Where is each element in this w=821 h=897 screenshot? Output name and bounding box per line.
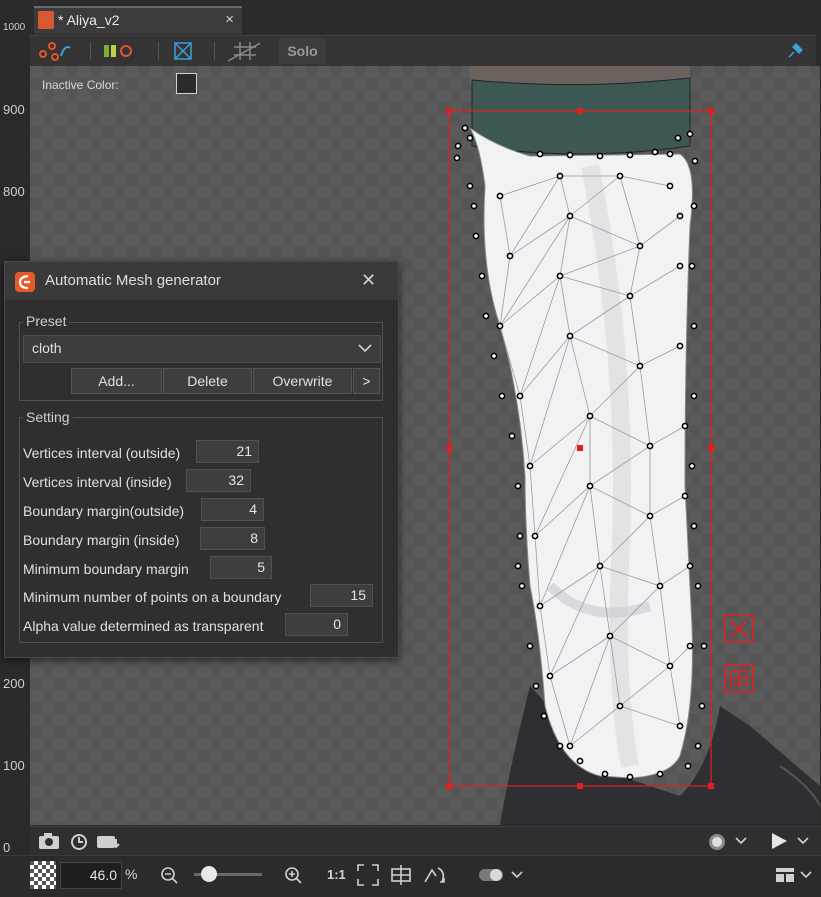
camera-icon[interactable] (38, 832, 60, 850)
vertices-interval-outside-field[interactable]: 21 (196, 440, 259, 463)
chevron-down-icon[interactable] (734, 835, 748, 847)
record-icon[interactable] (707, 832, 727, 852)
zoom-input[interactable]: 46.0 (60, 862, 122, 889)
ruler-label: 100 (3, 758, 25, 773)
inactive-color-label: Inactive Color: (42, 78, 119, 92)
rotate-view-icon[interactable] (422, 864, 448, 886)
cancel-transform-button[interactable] (723, 615, 753, 644)
ruler-label: 200 (3, 676, 25, 691)
document-tab[interactable]: * Aliya_v2 × (34, 6, 242, 34)
app-logo-icon (15, 272, 35, 292)
grid-transform-button[interactable] (723, 665, 753, 694)
pen-pin-icon (788, 42, 804, 58)
dialog-title: Automatic Mesh generator (45, 272, 221, 289)
actual-size-button[interactable]: 1:1 (327, 867, 346, 882)
ruler-label: 1000 (3, 22, 26, 33)
toolbar-separator (90, 42, 91, 60)
vertices-interval-inside-label: Vertices interval (inside) (23, 474, 172, 490)
pin-button[interactable] (778, 39, 812, 63)
tab-close-button[interactable]: × (225, 11, 234, 28)
boundary-margin-outside-label: Boundary margin(outside) (23, 503, 185, 519)
flip-horizontal-icon[interactable] (389, 864, 413, 886)
inactive-color-swatch[interactable] (176, 73, 197, 94)
ruler-label: 900 (3, 102, 25, 117)
camera-export-icon[interactable] (96, 831, 122, 851)
alpha-transparent-label: Alpha value determined as transparent (23, 618, 264, 634)
mesh-icon (174, 42, 192, 60)
tab-title: * Aliya_v2 (58, 12, 120, 28)
toggle-display-icon[interactable] (478, 866, 506, 884)
deformer-icon (39, 42, 71, 61)
glue-tool-button[interactable] (100, 39, 134, 63)
deformer-tool-button[interactable] (38, 39, 72, 63)
canvas-bottom-toolbar (30, 826, 821, 855)
setting-group-label: Setting (23, 409, 73, 425)
view-toolbar: Solo (30, 35, 816, 66)
automatic-mesh-generator-dialog: Automatic Mesh generator ✕ Preset cloth … (4, 261, 399, 658)
boundary-margin-inside-label: Boundary margin (inside) (23, 532, 180, 548)
preset-overwrite-button[interactable]: Overwrite (253, 368, 352, 394)
chevron-down-icon[interactable] (510, 869, 524, 881)
ruler-label: 0 (3, 840, 11, 855)
dialog-title-bar[interactable]: Automatic Mesh generator ✕ (5, 262, 398, 300)
toolbar-separator (214, 42, 215, 60)
zoom-out-icon[interactable] (160, 866, 180, 886)
view-status-bar: 46.0 % 1:1 (0, 855, 821, 897)
ruler-label: 800 (3, 184, 25, 199)
preset-selected-value: cloth (32, 340, 62, 356)
vertices-interval-outside-label: Vertices interval (outside) (23, 445, 181, 461)
chevron-down-icon[interactable] (796, 835, 810, 847)
zoom-in-icon[interactable] (284, 866, 304, 886)
boundary-margin-outside-field[interactable]: 4 (201, 498, 264, 521)
glue-icon (104, 45, 132, 57)
minimum-points-boundary-label: Minimum number of points on a boundary (23, 589, 282, 605)
chevron-down-icon (358, 344, 372, 353)
dialog-close-button[interactable]: ✕ (361, 270, 376, 291)
preset-select[interactable]: cloth (23, 335, 381, 363)
chevron-down-icon[interactable] (799, 869, 813, 881)
layout-grid-icon[interactable] (774, 865, 796, 885)
grid-icon (227, 42, 260, 62)
fit-to-view-icon[interactable] (356, 863, 380, 887)
camera-history-icon[interactable] (68, 831, 90, 851)
minimum-boundary-margin-field[interactable]: 5 (210, 556, 272, 579)
grid-toggle-button[interactable] (226, 39, 260, 63)
toolbar-separator (158, 42, 159, 60)
zoom-slider-thumb[interactable] (201, 866, 217, 882)
boundary-margin-inside-field[interactable]: 8 (200, 527, 265, 550)
play-icon[interactable] (768, 831, 790, 851)
zoom-unit-label: % (125, 866, 138, 882)
minimum-points-boundary-field[interactable]: 15 (310, 584, 373, 607)
alpha-transparent-field[interactable]: 0 (285, 613, 348, 636)
preset-more-button[interactable]: > (353, 368, 380, 394)
checkerboard-toggle-icon[interactable] (30, 861, 56, 889)
minimum-boundary-margin-label: Minimum boundary margin (23, 561, 189, 577)
vertices-interval-inside-field[interactable]: 32 (186, 469, 251, 492)
cubism-file-icon (38, 11, 54, 29)
solo-button[interactable]: Solo (279, 38, 326, 64)
preset-add-button[interactable]: Add... (71, 368, 162, 394)
mesh-edit-button[interactable] (166, 39, 200, 63)
preset-delete-button[interactable]: Delete (163, 368, 252, 394)
preset-group-label: Preset (23, 313, 70, 329)
